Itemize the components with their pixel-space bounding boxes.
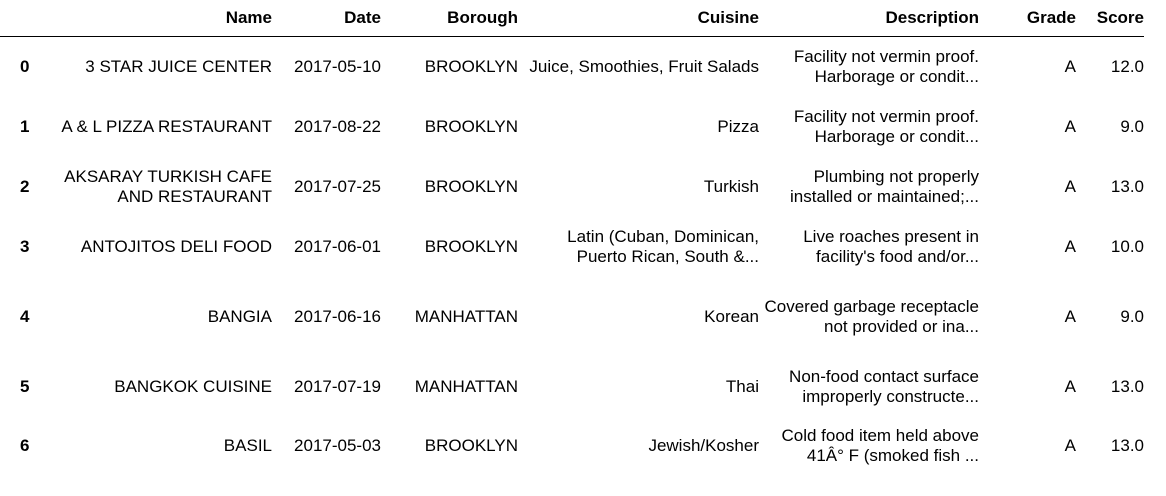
cell-cuisine: Pizza — [717, 116, 759, 136]
cell-date: 2017-07-25 — [294, 176, 381, 196]
cell-score: 10.0 — [1110, 236, 1144, 256]
table-row: 5 BANGKOK CUISINE 2017-07-19 MANHATTAN T… — [0, 357, 1144, 417]
cell-description: Covered garbage receptacle not provided … — [764, 296, 979, 336]
cell-name: BASIL — [223, 436, 272, 455]
cell-name: ANTOJITOS DELI FOOD — [80, 236, 272, 256]
cell-borough: MANHATTAN — [414, 376, 518, 396]
cell-cuisine: Latin (Cuban, Dominican, Puerto Rican, S… — [567, 226, 759, 266]
cell-name: BANGIA — [207, 306, 272, 326]
cell-name: BANGKOK CUISINE — [114, 376, 272, 396]
cell-date: 2017-06-01 — [294, 236, 381, 256]
cell-grade: A — [1064, 116, 1076, 136]
table-row: 3 ANTOJITOS DELI FOOD 2017-06-01 BROOKLY… — [0, 217, 1144, 277]
header-row: Name Date Borough Cuisine Description Gr… — [0, 0, 1144, 37]
table-row: 0 3 STAR JUICE CENTER 2017-05-10 BROOKLY… — [0, 37, 1144, 97]
cell-name: A & L PIZZA RESTAURANT — [61, 116, 272, 136]
cell-description: Non-food contact surface improperly cons… — [789, 366, 979, 406]
table-row: 6 BASIL 2017-05-03 BROOKLYN Jewish/Koshe… — [0, 417, 1144, 476]
column-header-cuisine: Cuisine — [518, 0, 759, 37]
table-row: 2 AKSARAY TURKISH CAFE AND RESTAURANT 20… — [0, 157, 1144, 217]
cell-description: Cold food item held above 41Â° F (smoked… — [781, 426, 979, 465]
cell-borough: BROOKLYN — [424, 56, 518, 76]
cell-borough: BROOKLYN — [424, 436, 518, 455]
column-header-score: Score — [1076, 0, 1144, 37]
cell-score: 9.0 — [1120, 306, 1144, 326]
cell-score: 13.0 — [1110, 376, 1144, 396]
cell-date: 2017-08-22 — [294, 116, 381, 136]
column-header-index — [0, 0, 44, 37]
cell-grade: A — [1064, 376, 1076, 396]
cell-cuisine: Korean — [704, 306, 759, 326]
column-header-date: Date — [272, 0, 381, 37]
cell-grade: A — [1064, 436, 1076, 455]
row-index: 5 — [20, 376, 30, 396]
cell-grade: A — [1064, 176, 1076, 196]
cell-name: 3 STAR JUICE CENTER — [85, 56, 272, 76]
cell-cuisine: Turkish — [703, 176, 759, 196]
cell-borough: BROOKLYN — [424, 116, 518, 136]
cell-borough: MANHATTAN — [414, 306, 518, 326]
cell-score: 13.0 — [1110, 176, 1144, 196]
cell-date: 2017-05-10 — [294, 56, 381, 76]
column-header-grade: Grade — [979, 0, 1076, 37]
cell-description: Facility not vermin proof. Harborage or … — [793, 46, 979, 86]
row-index: 1 — [20, 116, 30, 136]
cell-borough: BROOKLYN — [424, 236, 518, 256]
dataframe-table: Name Date Borough Cuisine Description Gr… — [0, 0, 1144, 476]
row-index: 4 — [20, 306, 30, 326]
table-row: 1 A & L PIZZA RESTAURANT 2017-08-22 BROO… — [0, 97, 1144, 157]
row-index: 2 — [20, 176, 30, 196]
cell-cuisine: Juice, Smoothies, Fruit Salads — [529, 56, 759, 76]
column-header-name: Name — [44, 0, 272, 37]
cell-date: 2017-05-03 — [294, 436, 381, 455]
cell-cuisine: Jewish/Kosher — [648, 436, 759, 455]
row-index: 0 — [20, 56, 30, 76]
cell-borough: BROOKLYN — [424, 176, 518, 196]
cell-name: AKSARAY TURKISH CAFE AND RESTAURANT — [64, 166, 272, 206]
row-index: 6 — [20, 436, 30, 455]
table-row: 4 BANGIA 2017-06-16 MANHATTAN Korean Cov… — [0, 277, 1144, 357]
cell-grade: A — [1064, 236, 1076, 256]
column-header-borough: Borough — [381, 0, 518, 37]
cell-description: Plumbing not properly installed or maint… — [790, 166, 979, 206]
cell-score: 12.0 — [1110, 56, 1144, 76]
column-header-description: Description — [759, 0, 979, 37]
cell-grade: A — [1064, 56, 1076, 76]
cell-score: 13.0 — [1110, 436, 1144, 455]
cell-description: Live roaches present in facility's food … — [803, 226, 979, 266]
row-index: 3 — [20, 236, 30, 256]
dataframe-output: Name Date Borough Cuisine Description Gr… — [0, 0, 1166, 496]
cell-date: 2017-07-19 — [294, 376, 381, 396]
cell-date: 2017-06-16 — [294, 306, 381, 326]
cell-grade: A — [1064, 306, 1076, 326]
cell-score: 9.0 — [1120, 116, 1144, 136]
cell-cuisine: Thai — [725, 376, 759, 396]
cell-description: Facility not vermin proof. Harborage or … — [793, 106, 979, 146]
